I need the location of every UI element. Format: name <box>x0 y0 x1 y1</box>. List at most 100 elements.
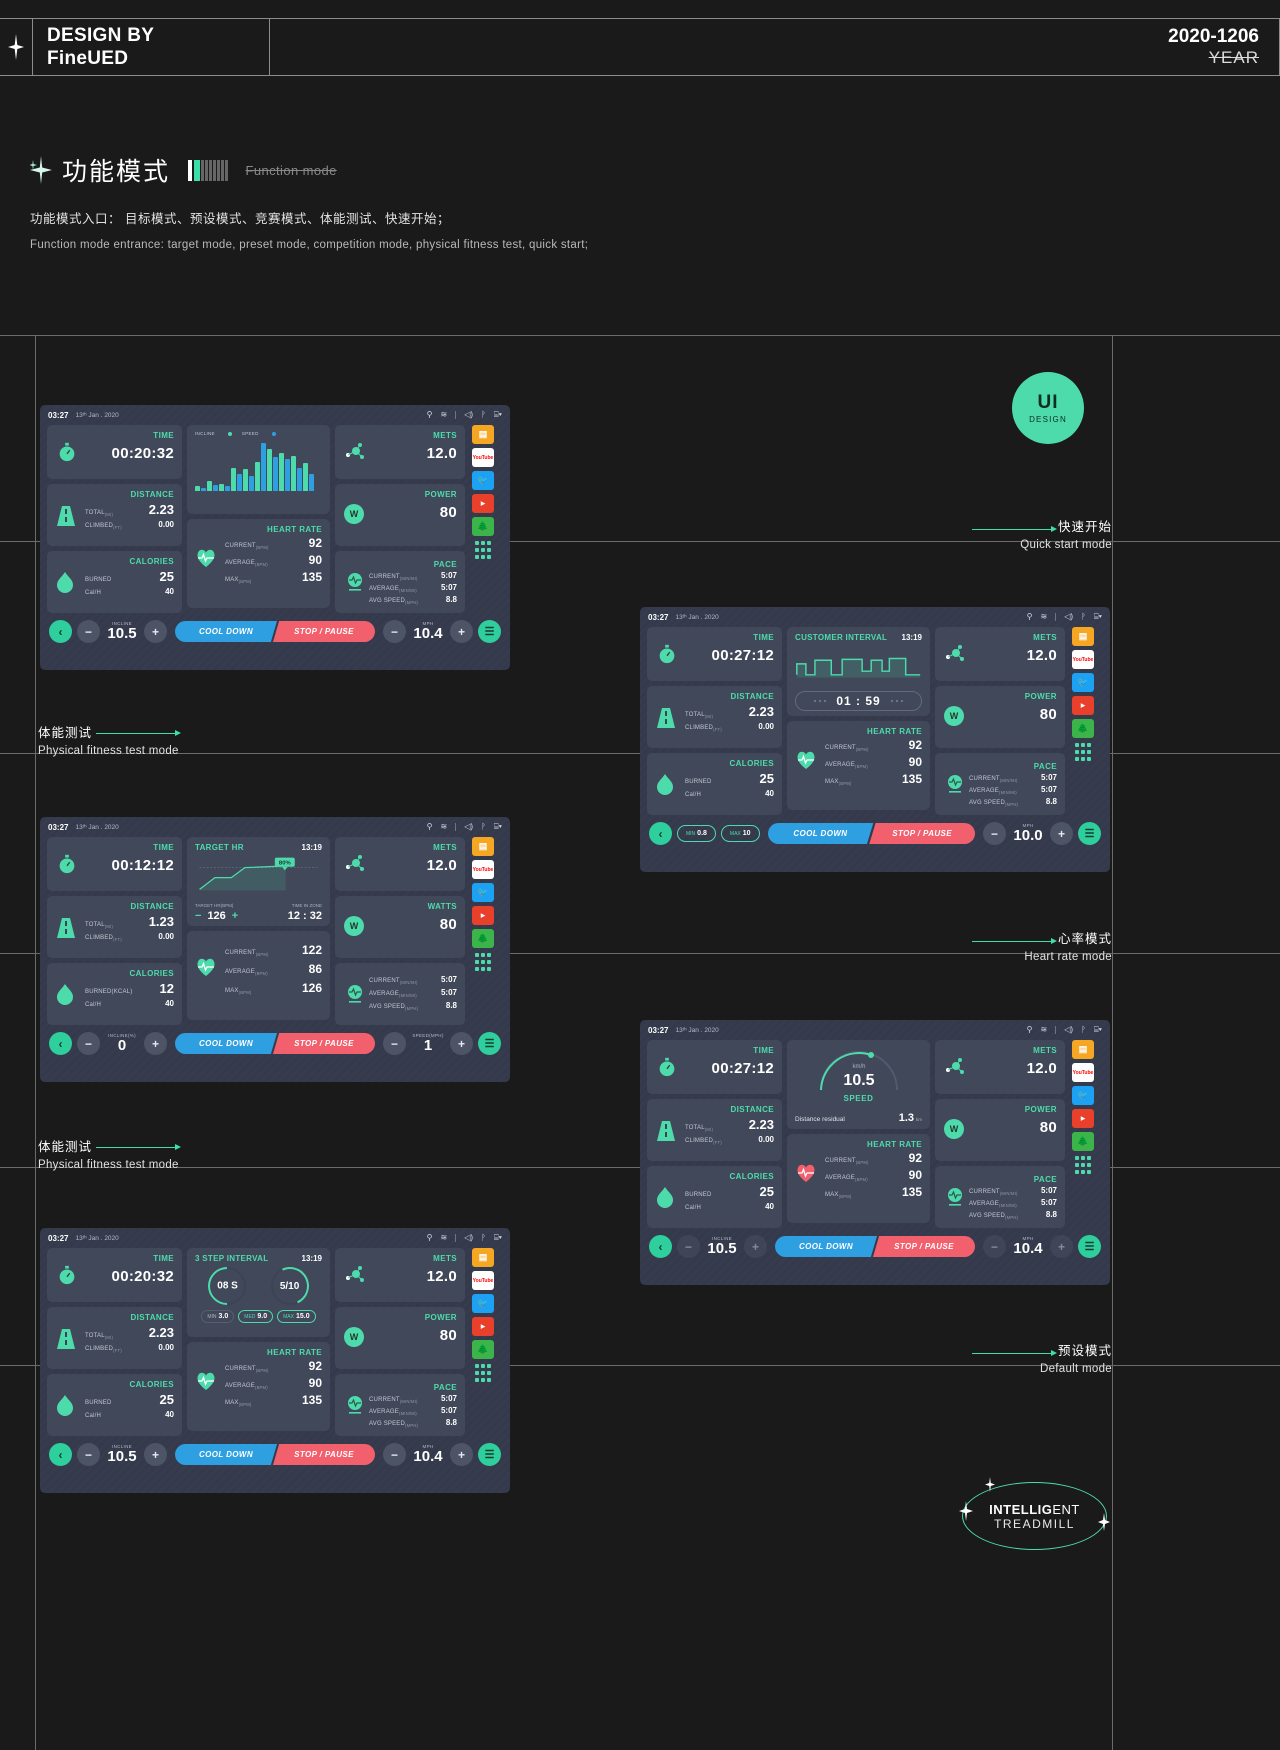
menu-button[interactable]: ☰ <box>1078 822 1101 845</box>
card-distance[interactable]: DISTANCE TOTAL(MI) 1.23 CLIMBED(FT) 0.00 <box>47 896 182 958</box>
bottom-controls[interactable]: ‹ − INCLINE 10.5 + COOL DOWN STOP / PAUS… <box>40 613 510 651</box>
card-distance[interactable]: DISTANCE TOTAL(MI) 2.23 CLIMBED(FT) 0.00 <box>47 1307 182 1369</box>
card-power[interactable]: W POWER 80 <box>335 484 465 546</box>
speed-plus-button[interactable]: + <box>1050 1235 1073 1258</box>
bottom-controls[interactable]: ‹ MIN 0.8 MAX 10 COOL DOWN STOP / PAUSE − … <box>640 815 1110 853</box>
incline-speed-chart[interactable]: INCLINE SPEED <box>187 425 330 514</box>
card-calories[interactable]: CALORIES BURNED(KCAL) 12 Cal/H 40 <box>47 963 182 1025</box>
speed-minus-button[interactable]: − <box>383 1443 406 1466</box>
card-watts[interactable]: W WATTS 80 <box>335 896 465 958</box>
incline-stepper[interactable]: INCLINE 10.5 <box>705 1236 739 1257</box>
apps-grid-icon[interactable] <box>472 540 494 559</box>
youtube-icon[interactable]: YouTube <box>472 1271 494 1290</box>
speed-plus-button[interactable]: + <box>450 1032 473 1055</box>
speed-stepper[interactable]: MPH 10.0 <box>1011 823 1045 844</box>
incline-plus-button[interactable]: + <box>144 1032 167 1055</box>
step-med-chip[interactable]: MED 9.0 <box>238 1310 274 1323</box>
speed-stepper[interactable]: SPEED(MPH) 1 <box>411 1033 445 1054</box>
forest-icon[interactable]: 🌲 <box>1072 1132 1094 1151</box>
card-heart-rate[interactable]: HEART RATE CURRENT(BPM) 92 AVERAGE(BPM) 90… <box>187 519 330 608</box>
step-min-chip[interactable]: MIN 3.0 <box>201 1310 235 1323</box>
twitter-icon[interactable]: 🐦 <box>472 471 494 490</box>
speed-plus-button[interactable]: + <box>450 1443 473 1466</box>
apps-grid-icon[interactable] <box>1072 1155 1094 1174</box>
card-time[interactable]: TIME 00:27:12 <box>647 1040 782 1094</box>
screen-fitness-test-1[interactable]: 03:27 13ᵗʰ Jan . 2020 ⚲ ≋ ◁) ᚹ ⌸▾ TIME 0… <box>40 817 510 1082</box>
cool-down-button[interactable]: COOL DOWN <box>175 621 277 642</box>
card-time[interactable]: TIME 00:12:12 <box>47 837 182 891</box>
menu-button[interactable]: ☰ <box>1078 1235 1101 1258</box>
card-mets[interactable]: METS 12.0 <box>335 837 465 891</box>
card-distance[interactable]: DISTANCE TOTAL(MI) 2.23 CLIMBED(FT) 0.00 <box>647 1099 782 1161</box>
cool-down-button[interactable]: COOL DOWN <box>175 1444 277 1465</box>
incline-minus-button[interactable]: − <box>77 1032 100 1055</box>
netflix-icon[interactable]: ▶ <box>472 906 494 925</box>
back-button[interactable]: ‹ <box>49 1443 72 1466</box>
card-mets[interactable]: METS 12.0 <box>935 627 1065 681</box>
netflix-icon[interactable]: ▶ <box>1072 1109 1094 1128</box>
card-pace[interactable]: PACE CURRENT(MIN/MI) 5:07 AVERAGE(MIN/MI)… <box>335 551 465 613</box>
app-icon-rail[interactable]: ▤ YouTube 🐦 ▶ 🌲 <box>1070 1040 1096 1228</box>
app-icon-rail[interactable]: ▤ YouTube 🐦 ▶ 🌲 <box>470 425 496 613</box>
incline-plus-button[interactable]: + <box>144 620 167 643</box>
back-button[interactable]: ‹ <box>49 1032 72 1055</box>
youtube-icon[interactable]: YouTube <box>1072 1063 1094 1082</box>
twitter-icon[interactable]: 🐦 <box>472 883 494 902</box>
apps-grid-icon[interactable] <box>1072 742 1094 761</box>
speed-stepper[interactable]: MPH 10.4 <box>411 1444 445 1465</box>
incline-plus-button[interactable]: + <box>744 1235 767 1258</box>
card-heart-rate[interactable]: HEART RATE CURRENT(BPM) 92 AVERAGE(BPM) 90… <box>787 1134 930 1223</box>
netflix-icon[interactable]: ▶ <box>1072 696 1094 715</box>
monitor-icon[interactable]: ▤ <box>1072 627 1094 646</box>
app-icon-rail[interactable]: ▤ YouTube 🐦 ▶ 🌲 <box>1070 627 1096 815</box>
screen-heart-rate[interactable]: 03:27 13ᵗʰ Jan . 2020 ⚲ ≋ ◁) ᚹ ⌸▾ TIME 0… <box>640 607 1110 872</box>
card-calories[interactable]: CALORIES BURNED 25 Cal/H 40 <box>47 1374 182 1436</box>
youtube-icon[interactable]: YouTube <box>472 448 494 467</box>
incline-stepper[interactable]: INCLINE 10.5 <box>105 621 139 642</box>
card-time[interactable]: TIME 00:27:12 <box>647 627 782 681</box>
bottom-controls[interactable]: ‹ − INCLINE 10.5 + COOL DOWN STOP / PAUS… <box>640 1228 1110 1266</box>
incline-minus-button[interactable]: − <box>77 1443 100 1466</box>
twitter-icon[interactable]: 🐦 <box>1072 673 1094 692</box>
speed-minus-button[interactable]: − <box>983 1235 1006 1258</box>
speed-minus-button[interactable]: − <box>383 1032 406 1055</box>
screen-quick-start[interactable]: 03:27 13ᵗʰ Jan . 2020 ⚲ ≋ ◁) ᚹ ⌸▾ TIME 0… <box>40 405 510 670</box>
card-calories[interactable]: CALORIES BURNED 25 Cal/H 40 <box>47 551 182 613</box>
netflix-icon[interactable]: ▶ <box>472 494 494 513</box>
twitter-icon[interactable]: 🐦 <box>1072 1086 1094 1105</box>
monitor-icon[interactable]: ▤ <box>472 425 494 444</box>
bottom-controls[interactable]: ‹ − INCLINE(%) 0 + COOL DOWN STOP / PAUS… <box>40 1025 510 1063</box>
speed-gauge-card[interactable]: km/h 10.5 SPEED Distance residual 1.3 km <box>787 1040 930 1129</box>
card-pace[interactable]: PACE CURRENT(MIN/MI) 5:07 AVERAGE(MIN/MI)… <box>935 753 1065 815</box>
apps-grid-icon[interactable] <box>472 952 494 971</box>
step-interval-card[interactable]: 3 STEP INTERVAL 13:19 08 S 5/10 MIN 3.0 M… <box>187 1248 330 1337</box>
card-time[interactable]: TIME 00:20:32 <box>47 1248 182 1302</box>
youtube-icon[interactable]: YouTube <box>472 860 494 879</box>
card-calories[interactable]: CALORIES BURNED 25 Cal/H 40 <box>647 1166 782 1228</box>
screen-fitness-test-2[interactable]: 03:27 13ᵗʰ Jan . 2020 ⚲ ≋ ◁) ᚹ ⌸▾ TIME 0… <box>40 1228 510 1493</box>
card-distance[interactable]: DISTANCE TOTAL(MI) 2.23 CLIMBED(FT) 0.00 <box>47 484 182 546</box>
interval-wave-card[interactable]: CUSTOMER INTERVAL 13:19 01 : 59 <box>787 627 930 716</box>
cool-down-button[interactable]: COOL DOWN <box>767 823 874 844</box>
target-hr-minus[interactable]: − <box>195 910 201 922</box>
speed-minus-button[interactable]: − <box>383 620 406 643</box>
incline-plus-button[interactable]: + <box>144 1443 167 1466</box>
stop-pause-button[interactable]: STOP / PAUSE <box>273 1033 375 1054</box>
youtube-icon[interactable]: YouTube <box>1072 650 1094 669</box>
card-heart-rate[interactable]: HEART RATE CURRENT(BPM) 92 AVERAGE(BPM) 90… <box>787 721 930 810</box>
forest-icon[interactable]: 🌲 <box>472 517 494 536</box>
forest-icon[interactable]: 🌲 <box>472 1340 494 1359</box>
card-mets[interactable]: METS 12.0 <box>935 1040 1065 1094</box>
card-pace[interactable]: PACE CURRENT(MIN/MI) 5:07 AVERAGE(MIN/MI)… <box>935 1166 1065 1228</box>
forest-icon[interactable]: 🌲 <box>1072 719 1094 738</box>
app-icon-rail[interactable]: ▤ YouTube 🐦 ▶ 🌲 <box>470 1248 496 1436</box>
speed-stepper[interactable]: MPH 10.4 <box>411 621 445 642</box>
back-button[interactable]: ‹ <box>49 620 72 643</box>
back-button[interactable]: ‹ <box>649 1235 672 1258</box>
max-speed-chip[interactable]: MAX 10 <box>720 825 760 842</box>
speed-stepper[interactable]: MPH 10.4 <box>1011 1236 1045 1257</box>
card-time[interactable]: TIME 00:20:32 <box>47 425 182 479</box>
bottom-controls[interactable]: ‹ − INCLINE 10.5 + COOL DOWN STOP / PAUS… <box>40 1436 510 1474</box>
card-power[interactable]: W POWER 80 <box>935 686 1065 748</box>
stop-pause-button[interactable]: STOP / PAUSE <box>273 621 375 642</box>
